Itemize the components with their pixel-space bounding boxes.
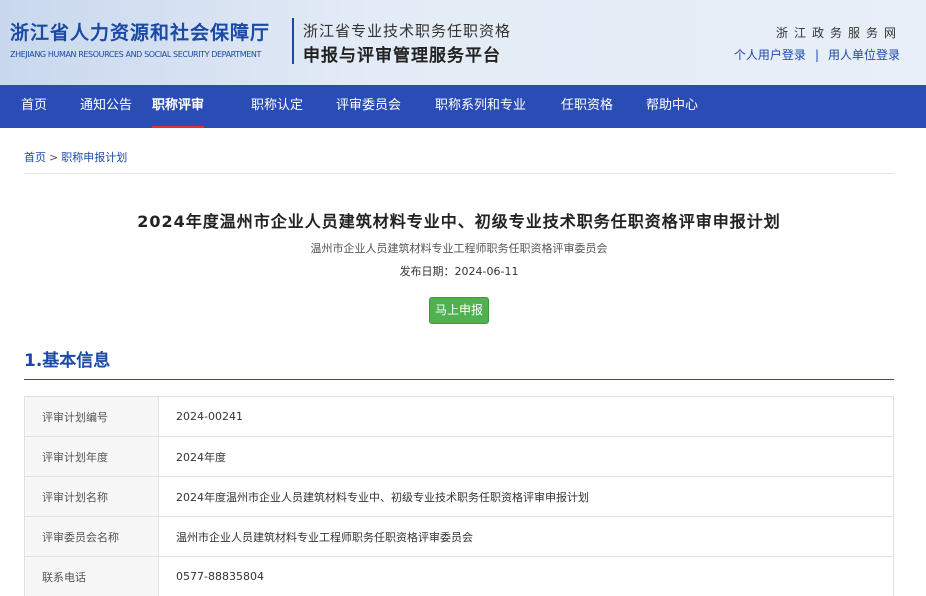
nav-item-qualifications[interactable]: 任职资格 — [561, 85, 613, 128]
page-title: 2024年度温州市企业人员建筑材料专业中、初级专业技术职务任职资格评审申报计划 — [137, 212, 781, 231]
row-value: 2024-00241 — [158, 396, 894, 437]
section-divider — [24, 379, 894, 380]
nav-item-home[interactable]: 首页 — [21, 85, 47, 128]
publish-date: 发布日期：2024-06-11 — [399, 265, 519, 278]
row-value: 2024年度温州市企业人员建筑材料专业中、初级专业技术职务任职资格评审申报计划 — [158, 476, 894, 517]
login-links: 个人用户登录 | 用人单位登录 — [734, 46, 900, 63]
plan-committee: 温州市企业人员建筑材料专业工程师职务任职资格评审委员会 — [310, 242, 608, 255]
row-label: 联系电话 — [24, 556, 159, 596]
row-value: 2024年度 — [158, 436, 894, 477]
section-heading-basic-info: 1.基本信息 — [24, 351, 111, 371]
basic-info-table: 评审计划编号 2024-00241 评审计划年度 2024年度 评审计划名称 2… — [24, 396, 894, 596]
row-label: 评审计划编号 — [24, 396, 159, 437]
breadcrumb-home[interactable]: 首页 — [24, 151, 46, 164]
breadcrumb: 首页 > 职称申报计划 — [24, 149, 127, 165]
gov-service-link[interactable]: 浙江政务服务网 — [776, 24, 902, 41]
table-row: 联系电话 0577-88835804 — [24, 556, 894, 596]
table-row: 评审计划编号 2024-00241 — [24, 396, 894, 437]
nav-item-title-review[interactable]: 职称评审 — [152, 85, 205, 128]
row-value: 温州市企业人员建筑材料专业工程师职务任职资格评审委员会 — [158, 516, 894, 557]
breadcrumb-separator: > — [49, 151, 59, 164]
login-separator: | — [814, 48, 819, 62]
nav-item-title-recognition[interactable]: 职称认定 — [251, 85, 303, 128]
apply-now-button[interactable]: 马上申报 — [429, 297, 489, 324]
org-logo-english: ZHEJIANG HUMAN RESOURCES AND SOCIAL SECU… — [10, 50, 261, 59]
platform-title: 申报与评审管理服务平台 — [303, 46, 501, 66]
platform-subtitle: 浙江省专业技术职务任职资格 — [303, 22, 512, 40]
nav-item-help-center[interactable]: 帮助中心 — [646, 85, 698, 128]
table-row: 评审计划年度 2024年度 — [24, 436, 894, 477]
table-row: 评审委员会名称 温州市企业人员建筑材料专业工程师职务任职资格评审委员会 — [24, 516, 894, 557]
row-label: 评审计划名称 — [24, 476, 159, 517]
nav-item-notices[interactable]: 通知公告 — [80, 85, 132, 128]
employer-login-link[interactable]: 用人单位登录 — [828, 48, 900, 62]
personal-login-link[interactable]: 个人用户登录 — [734, 48, 806, 62]
row-value: 0577-88835804 — [158, 556, 894, 596]
row-label: 评审计划年度 — [24, 436, 159, 477]
breadcrumb-current[interactable]: 职称申报计划 — [61, 151, 127, 164]
site-header: 浙江省人力资源和社会保障厅 ZHEJIANG HUMAN RESOURCES A… — [0, 0, 926, 85]
org-logo-name[interactable]: 浙江省人力资源和社会保障厅 — [10, 18, 270, 45]
header-divider — [292, 18, 294, 64]
nav-item-title-series[interactable]: 职称系列和专业 — [435, 85, 526, 128]
nav-item-review-committee[interactable]: 评审委员会 — [336, 85, 401, 128]
row-label: 评审委员会名称 — [24, 516, 159, 557]
table-row: 评审计划名称 2024年度温州市企业人员建筑材料专业中、初级专业技术职务任职资格… — [24, 476, 894, 517]
main-nav: 首页 通知公告 职称评审 职称认定 评审委员会 职称系列和专业 任职资格 帮助中… — [0, 85, 926, 128]
breadcrumb-divider — [24, 173, 894, 174]
